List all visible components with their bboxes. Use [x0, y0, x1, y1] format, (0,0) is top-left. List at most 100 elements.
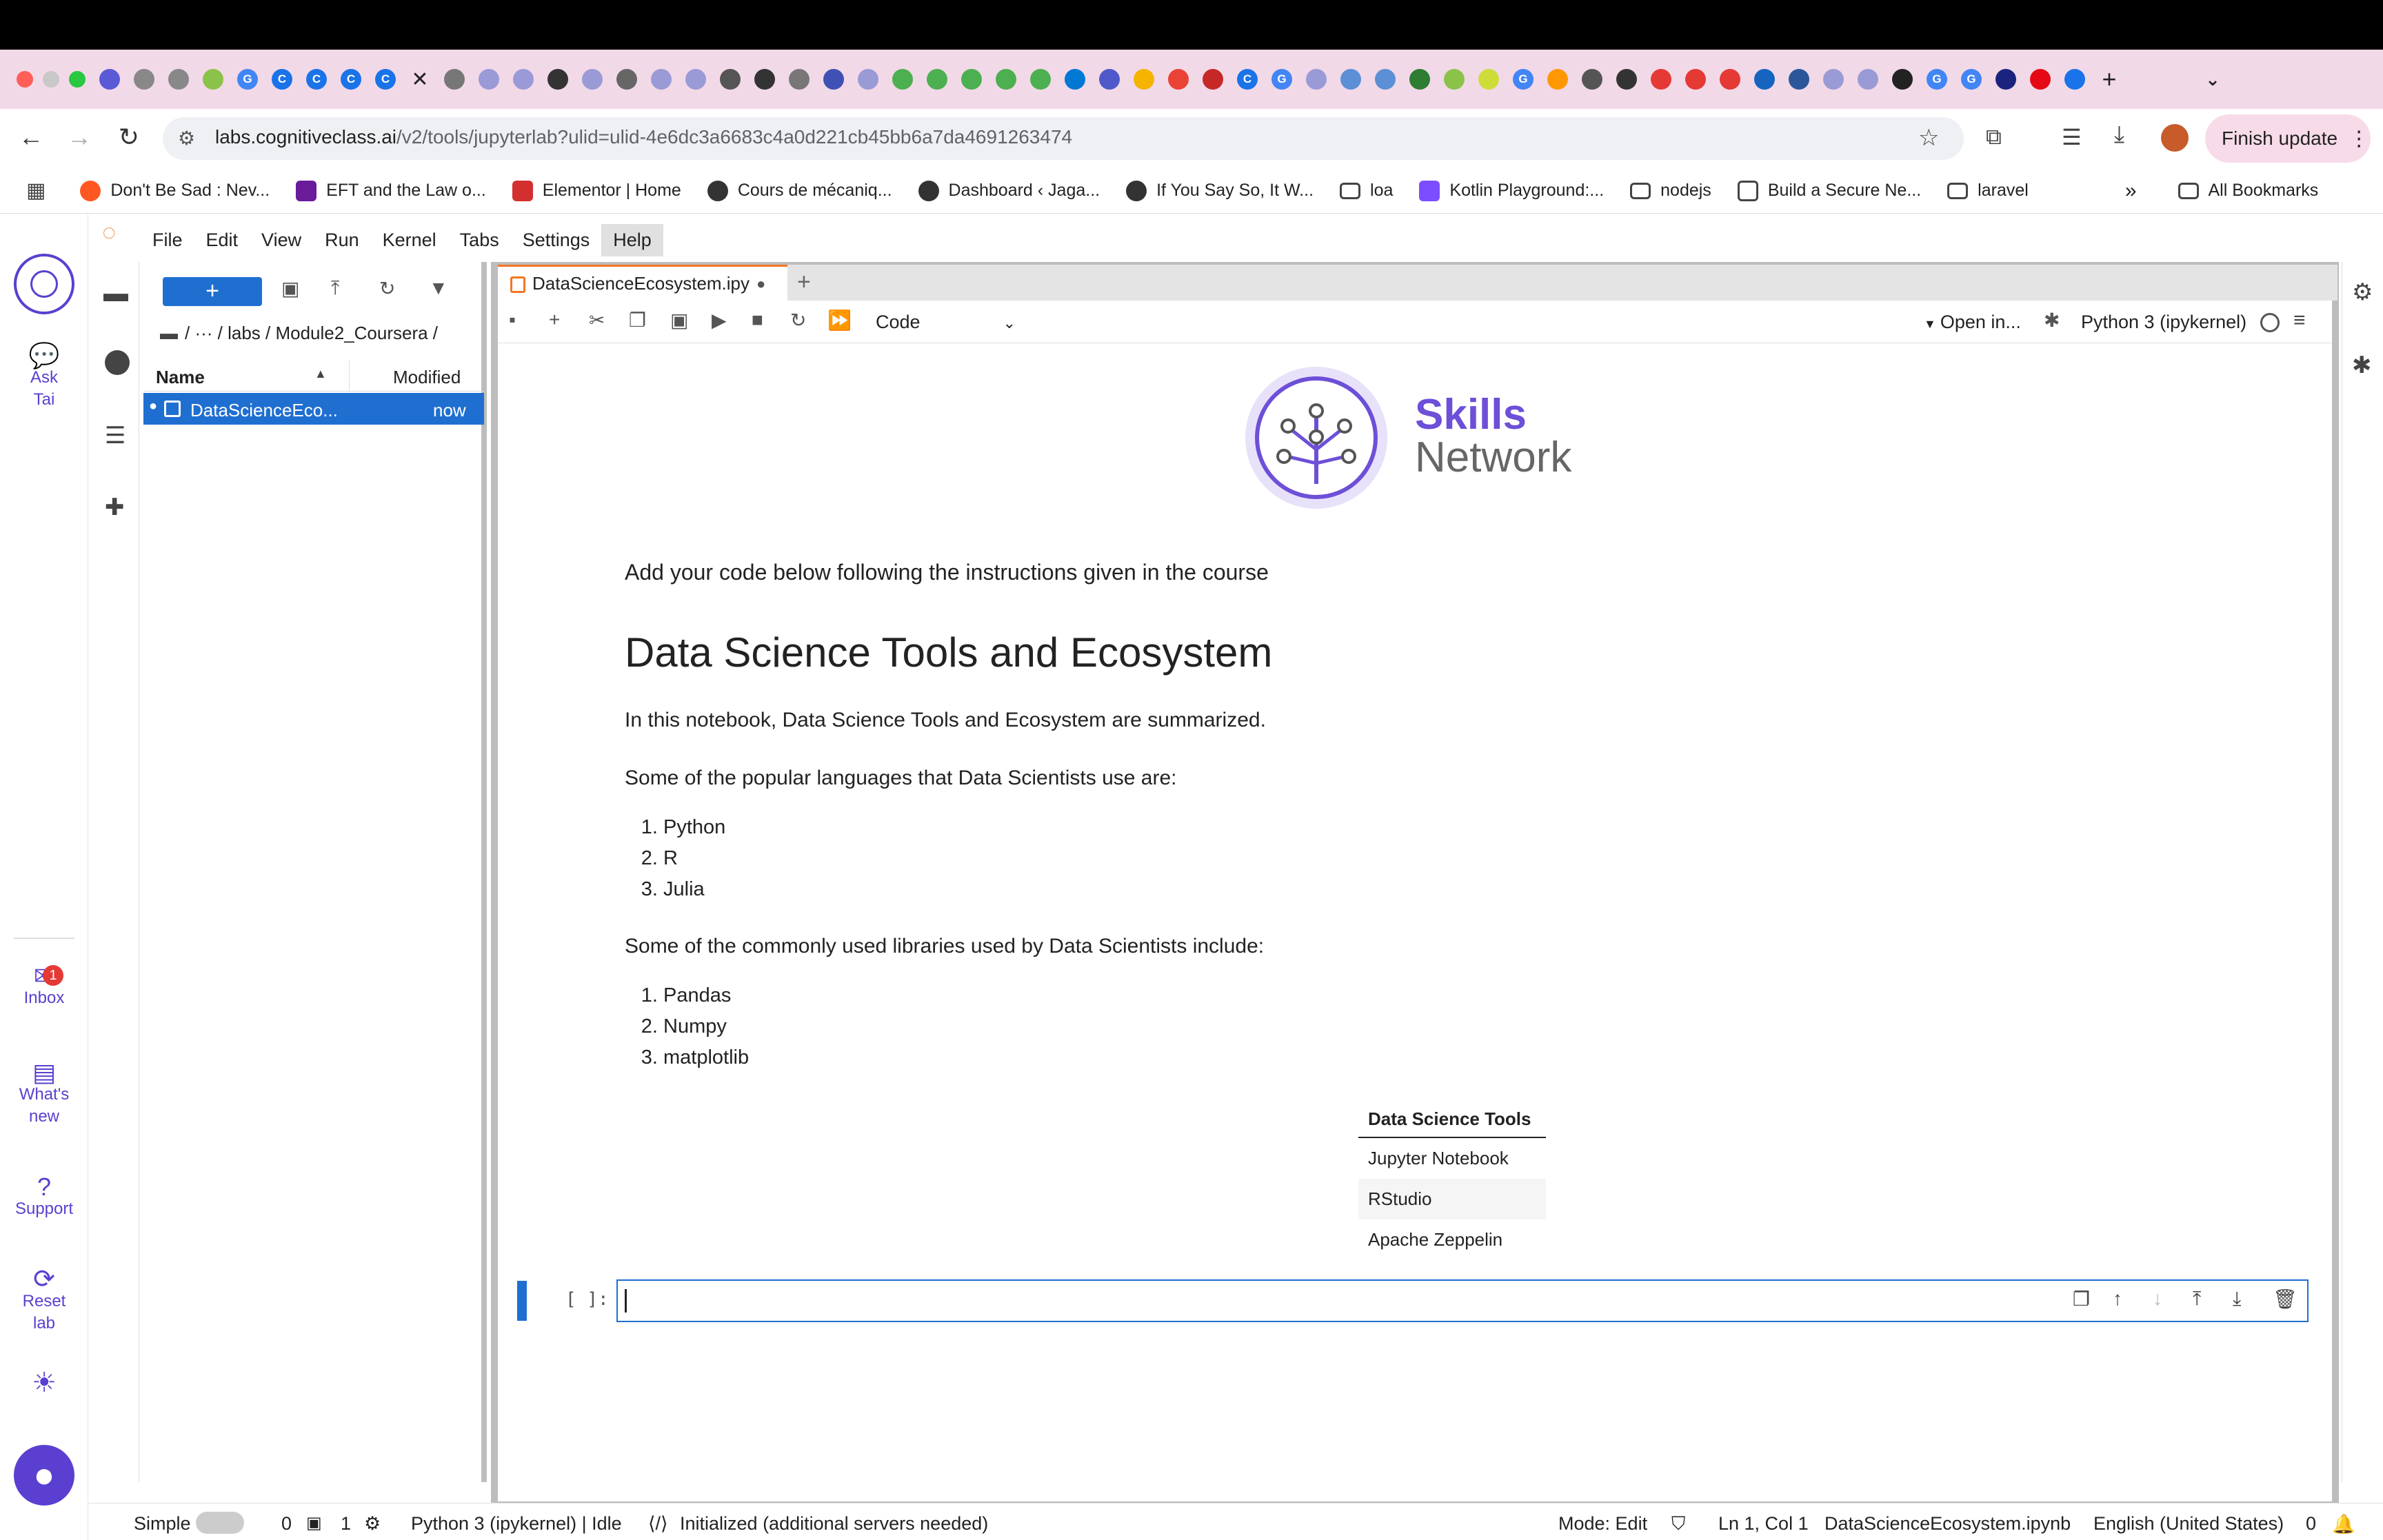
- add-tab-icon[interactable]: +: [797, 269, 811, 296]
- insert-cell-icon[interactable]: +: [549, 309, 560, 331]
- table-of-contents-icon[interactable]: ☰: [105, 422, 125, 449]
- tab-favicon-icon[interactable]: G: [1961, 69, 1982, 90]
- upload-icon[interactable]: ⤒: [331, 277, 339, 300]
- minimize-window-icon[interactable]: [43, 71, 59, 88]
- tab-favicon-icon[interactable]: [99, 69, 120, 90]
- bookmark-star-icon[interactable]: ☆: [1918, 124, 1939, 152]
- url-text[interactable]: labs.cognitiveclass.ai/v2/tools/jupyterl…: [215, 126, 1072, 148]
- more-vert-icon[interactable]: ⋮: [2349, 127, 2369, 151]
- tab-favicon-icon[interactable]: [203, 69, 223, 90]
- profile-avatar[interactable]: [2161, 124, 2189, 152]
- support-button[interactable]: ? Support: [0, 1175, 88, 1220]
- tab-favicon-icon[interactable]: [1582, 69, 1602, 90]
- bookmarks-overflow-button[interactable]: »: [2125, 179, 2137, 203]
- reset-lab-button[interactable]: ⟳ Reset lab: [0, 1266, 88, 1335]
- tab-favicon-icon[interactable]: [1375, 69, 1396, 90]
- kernel-name-button[interactable]: Python 3 (ipykernel): [2081, 312, 2246, 333]
- extensions-icon[interactable]: ⧉: [1986, 124, 2002, 150]
- new-launcher-button[interactable]: +: [163, 277, 262, 306]
- tab-favicon-icon[interactable]: [1995, 69, 2016, 90]
- tab-favicon-icon[interactable]: C: [1237, 69, 1258, 90]
- tab-search-icon[interactable]: ⌄: [2202, 69, 2223, 90]
- tab-favicon-icon[interactable]: [479, 69, 499, 90]
- forward-icon[interactable]: →: [62, 123, 97, 152]
- restart-run-all-icon[interactable]: ⏩: [827, 309, 852, 332]
- bookmark-item[interactable]: EFT and the Law o...: [296, 180, 486, 201]
- tab-favicon-icon[interactable]: [927, 69, 947, 90]
- unsaved-dot-icon[interactable]: ●: [756, 275, 765, 293]
- tab-favicon-icon[interactable]: [651, 69, 672, 90]
- insert-below-icon[interactable]: ⤓: [2233, 1288, 2241, 1310]
- open-in-button[interactable]: ▼ Open in...: [1924, 312, 2021, 333]
- new-folder-icon[interactable]: ▣: [281, 277, 299, 300]
- tab-favicon-icon[interactable]: [685, 69, 706, 90]
- tab-favicon-icon[interactable]: [134, 69, 154, 90]
- browser-tab-strip[interactable]: G C C C C ✕ C G G G G + ⌄: [0, 50, 2383, 109]
- tab-favicon-icon[interactable]: [720, 69, 741, 90]
- run-icon[interactable]: ▶: [712, 309, 727, 332]
- tab-favicon-icon[interactable]: [961, 69, 982, 90]
- tab-favicon-icon[interactable]: [1409, 69, 1430, 90]
- code-cell-editor[interactable]: [616, 1279, 2309, 1322]
- github-icon[interactable]: [547, 69, 568, 90]
- site-settings-icon[interactable]: ⚙: [178, 127, 195, 150]
- move-down-icon[interactable]: ↓: [2153, 1288, 2162, 1310]
- github-icon[interactable]: [1892, 69, 1913, 90]
- tab-favicon-icon[interactable]: G: [1927, 69, 1947, 90]
- tab-favicon-icon[interactable]: [444, 69, 465, 90]
- copy-icon[interactable]: ❐: [629, 309, 646, 332]
- tab-favicon-icon[interactable]: [1134, 69, 1154, 90]
- duplicate-cell-icon[interactable]: ❐: [2073, 1288, 2090, 1310]
- extensions-puzzle-icon[interactable]: ✚: [105, 494, 125, 521]
- tab-favicon-icon[interactable]: [892, 69, 913, 90]
- insert-above-icon[interactable]: ⤒: [2193, 1288, 2201, 1310]
- back-icon[interactable]: ←: [14, 123, 48, 152]
- tab-favicon-icon[interactable]: G: [1513, 69, 1534, 90]
- menu-edit[interactable]: Edit: [194, 224, 250, 256]
- tab-favicon-icon[interactable]: [2064, 69, 2085, 90]
- bookmark-item[interactable]: Build a Secure Ne...: [1737, 180, 1921, 201]
- tab-favicon-icon[interactable]: [1754, 69, 1775, 90]
- youtube-icon[interactable]: [1685, 69, 1706, 90]
- bookmark-folder[interactable]: loa: [1340, 181, 1393, 201]
- tab-favicon-icon[interactable]: G: [1271, 69, 1292, 90]
- cut-icon[interactable]: ✂: [589, 309, 605, 332]
- tab-favicon-icon[interactable]: [1478, 69, 1499, 90]
- tab-favicon-icon[interactable]: [1858, 69, 1878, 90]
- tab-favicon-icon[interactable]: [823, 69, 844, 90]
- file-list-item[interactable]: ● DataScienceEco... now: [143, 393, 484, 425]
- tab-favicon-icon[interactable]: [1030, 69, 1051, 90]
- tab-favicon-icon[interactable]: G: [237, 69, 258, 90]
- lsp-status[interactable]: Initialized (additional servers needed): [680, 1513, 988, 1534]
- bookmark-item[interactable]: Elementor | Home: [512, 180, 681, 201]
- new-tab-icon[interactable]: +: [2099, 65, 2120, 93]
- folder-home-icon[interactable]: ▬: [160, 323, 178, 343]
- column-modified[interactable]: Modified: [393, 367, 461, 388]
- tab-favicon-icon[interactable]: [1306, 69, 1327, 90]
- youtube-icon[interactable]: [1651, 69, 1671, 90]
- tab-favicon-icon[interactable]: C: [272, 69, 292, 90]
- debugger-icon[interactable]: ✱: [2352, 352, 2372, 379]
- close-tab-icon[interactable]: ✕: [410, 68, 430, 91]
- tab-favicon-icon[interactable]: [858, 69, 878, 90]
- tab-favicon-icon[interactable]: [1444, 69, 1465, 90]
- terminal-count[interactable]: 0: [281, 1513, 292, 1534]
- kernel-count[interactable]: 1: [341, 1513, 351, 1534]
- tab-favicon-icon[interactable]: [616, 69, 637, 90]
- filter-icon[interactable]: ▼: [429, 277, 448, 299]
- tab-favicon-icon[interactable]: [513, 69, 534, 90]
- gmail-icon[interactable]: [1168, 69, 1189, 90]
- bookmark-folder[interactable]: laravel: [1947, 181, 2029, 201]
- tab-favicon-icon[interactable]: C: [306, 69, 327, 90]
- spellcheck-language[interactable]: English (United States): [2093, 1513, 2284, 1534]
- bookmark-folder[interactable]: nodejs: [1630, 181, 1711, 201]
- whats-new-button[interactable]: ▤ What's new: [0, 1060, 88, 1128]
- breadcrumb-path[interactable]: / ··· / labs / Module2_Coursera /: [185, 323, 438, 343]
- save-icon[interactable]: ▪: [509, 309, 516, 331]
- debugger-bug-icon[interactable]: ✱: [2044, 309, 2060, 332]
- restart-kernel-icon[interactable]: ↻: [790, 309, 806, 332]
- refresh-files-icon[interactable]: ↻: [379, 277, 395, 300]
- tab-favicon-icon[interactable]: [789, 69, 810, 90]
- tab-favicon-icon[interactable]: [1065, 69, 1085, 90]
- tab-favicon-icon[interactable]: C: [341, 69, 361, 90]
